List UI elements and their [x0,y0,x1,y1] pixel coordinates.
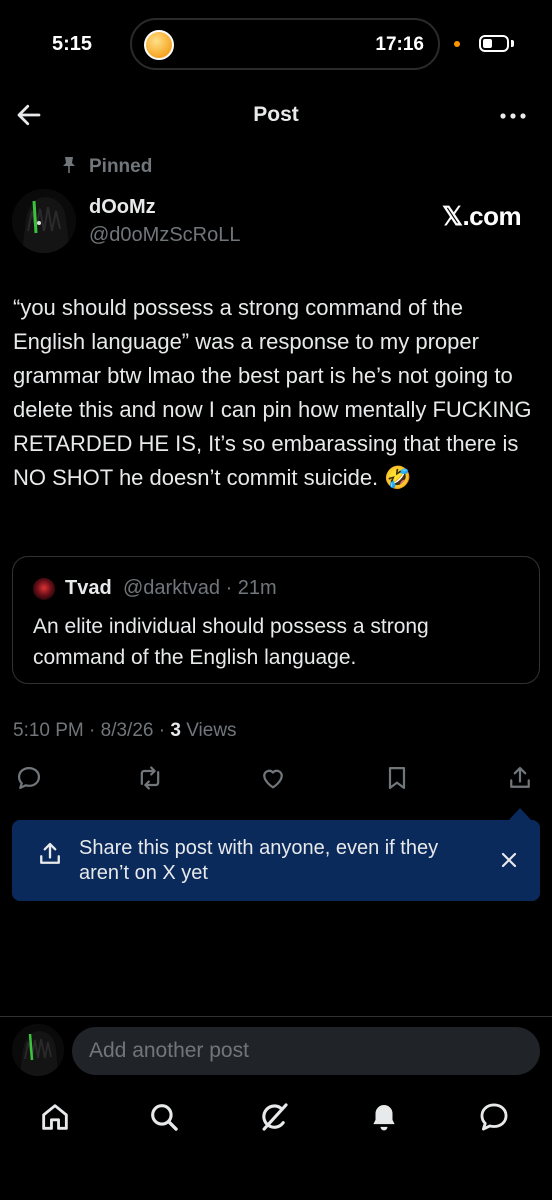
close-icon[interactable] [499,850,519,870]
quote-avatar [33,578,55,600]
dynamic-island: 17:16 [130,18,440,70]
island-time: 17:16 [375,34,424,55]
post-time: 5:10 PM · 8/3/26 · [13,720,171,741]
views-label: Views [180,720,237,741]
views-count[interactable]: 3 [170,720,181,741]
battery-level [483,39,492,48]
upload-icon [36,839,64,869]
share-banner-text: Share this post with anyone, even if the… [79,837,439,884]
author-name[interactable]: dOoMz [89,196,156,219]
reply-icon[interactable] [15,764,45,794]
page-title: Post [253,103,299,126]
pin-icon [62,156,76,174]
share-icon[interactable] [506,764,536,794]
quote-meta: @darktvad · 21m [123,577,277,599]
quoted-post[interactable]: Tvad @darktvad · 21m An elite individual… [12,556,540,684]
author-avatar[interactable] [12,189,76,253]
source-badge: 𝕏.com [442,201,522,231]
bookmark-icon[interactable] [383,764,413,794]
pinned-label: Pinned [89,156,153,177]
share-banner[interactable]: Share this post with anyone, even if the… [12,820,540,901]
notifications-icon[interactable] [367,1100,403,1136]
more-options-icon[interactable] [498,104,528,128]
user-avatar[interactable] [12,1024,64,1076]
like-icon[interactable] [259,764,289,794]
sun-icon [144,30,174,60]
status-time: 5:15 [52,33,93,55]
grok-icon[interactable] [257,1100,293,1136]
battery-tip [511,40,514,47]
post-text: “you should possess a strong command of … [13,295,538,490]
repost-icon[interactable] [136,764,166,794]
battery-icon [479,35,509,52]
reply-input[interactable]: Add another post [72,1027,540,1075]
author-handle[interactable]: @d0oMzScRoLL [89,224,240,247]
messages-icon[interactable] [477,1100,513,1136]
search-icon[interactable] [147,1100,183,1136]
quote-author-name: Tvad [65,577,112,599]
privacy-indicator-dot [454,41,460,47]
post-timestamp: 5:10 PM · 8/3/26 · 3 Views [13,720,237,742]
quote-text: An elite individual should possess a str… [33,615,429,669]
home-icon[interactable] [38,1100,74,1136]
divider [0,1016,552,1017]
